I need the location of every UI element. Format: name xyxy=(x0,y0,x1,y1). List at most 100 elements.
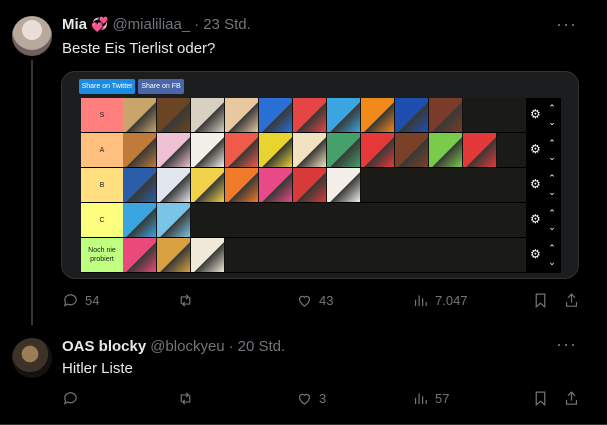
heart-icon xyxy=(298,295,311,307)
ice-cream-image[interactable] xyxy=(225,133,259,167)
ice-cream-image[interactable] xyxy=(361,133,395,167)
ice-cream-image[interactable] xyxy=(123,133,157,167)
chevron-up-icon[interactable]: ⌃ xyxy=(547,173,557,183)
tier-controls: ⚙ ⌃ ⌄ xyxy=(526,133,561,167)
action-bar: 54 43 7.047 xyxy=(62,292,582,312)
share-button[interactable] xyxy=(563,292,580,309)
tweet[interactable]: OAS blocky @blockyeu · 20 Std. ··· Hitle… xyxy=(0,328,607,425)
chevron-down-icon[interactable]: ⌄ xyxy=(547,117,557,127)
ice-cream-image[interactable] xyxy=(191,133,225,167)
share-twitter-button[interactable]: Share on Twitter xyxy=(79,79,135,94)
analytics-icon xyxy=(414,295,427,307)
retweet-icon xyxy=(180,294,191,307)
reply-icon xyxy=(63,392,77,405)
thread-line xyxy=(31,60,33,325)
share-button[interactable] xyxy=(563,390,580,407)
ice-cream-image[interactable] xyxy=(293,168,327,202)
tweet-header: OAS blocky @blockyeu · 20 Std. xyxy=(62,338,285,355)
ice-cream-image[interactable] xyxy=(395,133,429,167)
chevron-up-icon[interactable]: ⌃ xyxy=(547,243,557,253)
ice-cream-image[interactable] xyxy=(259,133,293,167)
tier-label: A xyxy=(81,133,123,167)
ice-cream-image[interactable] xyxy=(123,168,157,202)
ice-cream-image[interactable] xyxy=(157,98,191,132)
ice-cream-image[interactable] xyxy=(191,98,225,132)
reply-count: 54 xyxy=(85,293,100,308)
retweet-button[interactable] xyxy=(177,292,194,309)
tweet[interactable]: Mia 💞 @mialiliaa_ · 23 Std. ··· Beste Ei… xyxy=(0,0,607,325)
action-bar: 3 57 xyxy=(62,390,582,410)
ice-cream-image[interactable] xyxy=(123,238,157,272)
gear-icon[interactable]: ⚙ xyxy=(530,108,543,121)
ice-cream-image[interactable] xyxy=(157,133,191,167)
ice-cream-image[interactable] xyxy=(123,98,157,132)
display-name[interactable]: Mia xyxy=(62,16,87,33)
views-button[interactable]: 7.047 xyxy=(412,292,468,309)
chevron-down-icon[interactable]: ⌄ xyxy=(547,187,557,197)
ice-cream-image[interactable] xyxy=(157,168,191,202)
ice-cream-image[interactable] xyxy=(327,168,361,202)
gear-icon[interactable]: ⚙ xyxy=(530,213,543,226)
retweet-button[interactable] xyxy=(177,390,194,407)
user-handle[interactable]: @mialiliaa_ xyxy=(112,16,190,33)
gear-icon[interactable]: ⚙ xyxy=(530,143,543,156)
bookmark-icon xyxy=(535,293,546,309)
tier-row: C ⚙ ⌃ ⌄ xyxy=(81,203,561,238)
tweet-text: Beste Eis Tierlist oder? xyxy=(62,40,216,57)
chevron-down-icon[interactable]: ⌄ xyxy=(547,257,557,267)
tier-controls: ⚙ ⌃ ⌄ xyxy=(526,98,561,132)
like-button[interactable]: 43 xyxy=(296,292,333,309)
reply-button[interactable]: 54 xyxy=(62,292,99,309)
ice-cream-image[interactable] xyxy=(259,168,293,202)
ice-cream-image[interactable] xyxy=(463,133,497,167)
ice-cream-image[interactable] xyxy=(395,98,429,132)
tier-label: B xyxy=(81,168,123,202)
bookmark-icon xyxy=(535,391,546,407)
ice-cream-image[interactable] xyxy=(157,238,191,272)
ice-cream-image[interactable] xyxy=(293,133,327,167)
bookmark-button[interactable] xyxy=(532,390,549,407)
chevron-up-icon[interactable]: ⌃ xyxy=(547,138,557,148)
ice-cream-image[interactable] xyxy=(225,168,259,202)
ice-cream-image[interactable] xyxy=(361,98,395,132)
ice-cream-image[interactable] xyxy=(327,133,361,167)
ice-cream-image[interactable] xyxy=(327,98,361,132)
tweet-media[interactable]: Share on Twitter Share on FB S ⚙ ⌃ ⌄ A ⚙ ⌃ ⌄ B ⚙ ⌃… xyxy=(61,71,579,279)
ice-cream-image[interactable] xyxy=(429,98,463,132)
timestamp[interactable]: 23 Std. xyxy=(203,16,251,33)
ice-cream-image[interactable] xyxy=(259,98,293,132)
ice-cream-image[interactable] xyxy=(225,98,259,132)
display-name[interactable]: OAS blocky xyxy=(62,338,146,355)
chevron-up-icon[interactable]: ⌃ xyxy=(547,208,557,218)
like-button[interactable]: 3 xyxy=(296,390,326,407)
bookmark-button[interactable] xyxy=(532,292,549,309)
ice-cream-image[interactable] xyxy=(123,203,157,237)
ice-cream-image[interactable] xyxy=(191,238,225,272)
reply-button[interactable] xyxy=(62,390,79,407)
retweet-icon xyxy=(180,392,191,405)
share-fb-button[interactable]: Share on FB xyxy=(138,79,184,94)
chevron-down-icon[interactable]: ⌄ xyxy=(547,152,557,162)
tier-row: B ⚙ ⌃ ⌄ xyxy=(81,168,561,203)
avatar[interactable] xyxy=(12,338,52,378)
tier-items xyxy=(123,203,191,237)
reply-icon xyxy=(63,294,77,307)
tier-items xyxy=(123,98,463,132)
gear-icon[interactable]: ⚙ xyxy=(530,248,543,261)
more-options-icon[interactable]: ··· xyxy=(556,14,577,35)
avatar[interactable] xyxy=(12,16,52,56)
chevron-down-icon[interactable]: ⌄ xyxy=(547,222,557,232)
like-count: 3 xyxy=(319,391,327,406)
gear-icon[interactable]: ⚙ xyxy=(530,178,543,191)
chevron-up-icon[interactable]: ⌃ xyxy=(547,103,557,113)
user-handle[interactable]: @blockyeu xyxy=(150,338,224,355)
ice-cream-image[interactable] xyxy=(157,203,191,237)
ice-cream-image[interactable] xyxy=(191,168,225,202)
ice-cream-image[interactable] xyxy=(429,133,463,167)
view-count: 57 xyxy=(435,391,450,406)
tier-items xyxy=(123,238,225,272)
ice-cream-image[interactable] xyxy=(293,98,327,132)
more-options-icon[interactable]: ··· xyxy=(556,334,577,355)
timestamp[interactable]: 20 Std. xyxy=(238,338,286,355)
views-button[interactable]: 57 xyxy=(412,390,449,407)
